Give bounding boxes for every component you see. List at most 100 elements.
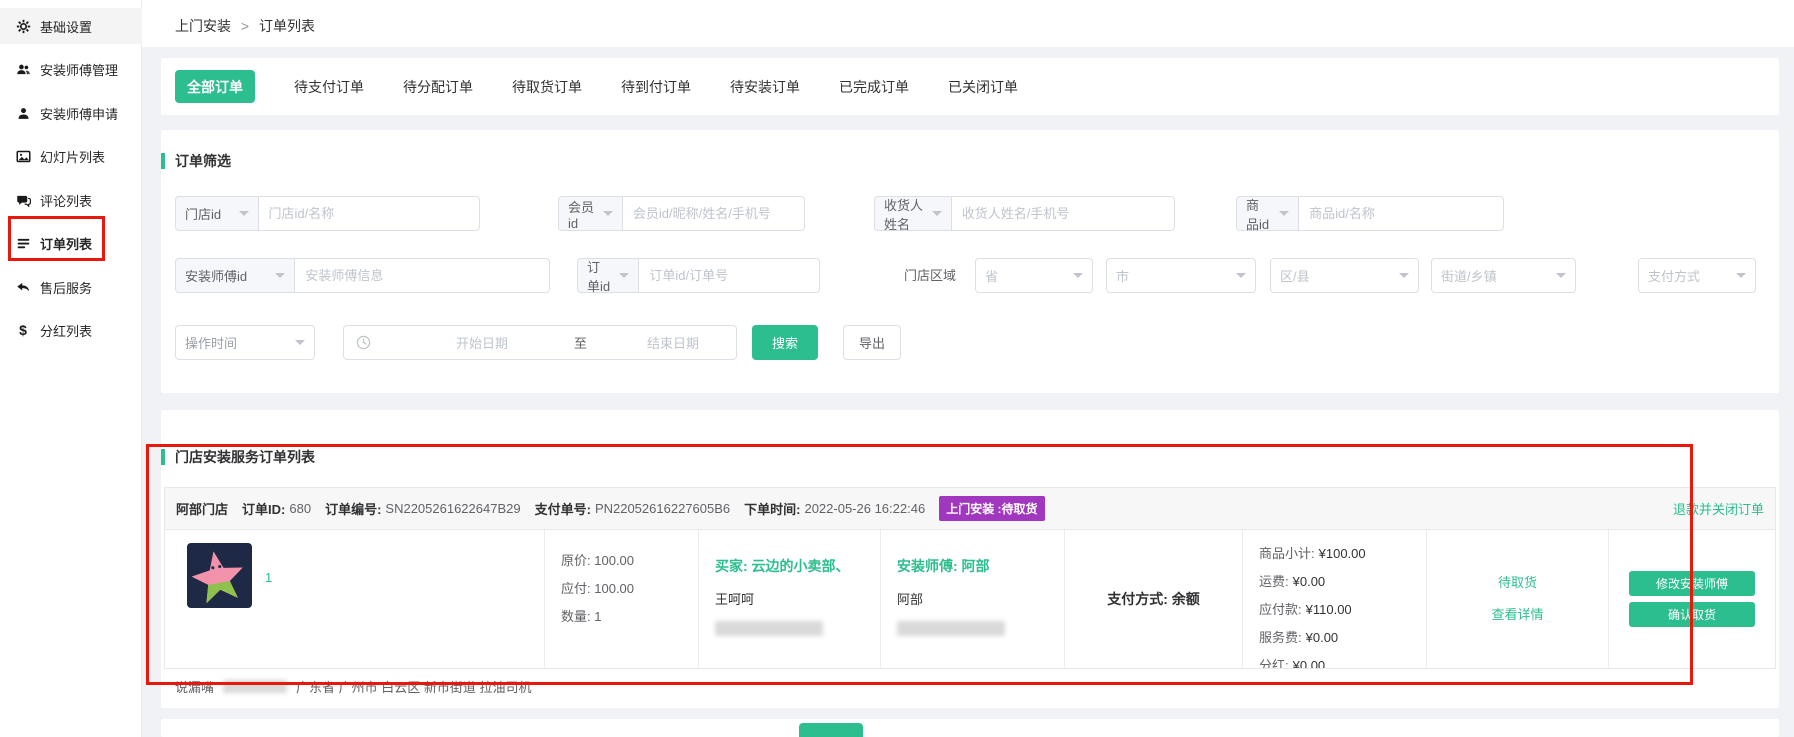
gear-icon [15, 18, 31, 34]
export-button[interactable]: 导出 [843, 325, 901, 360]
street-select-wrap: 街道/乡镇 [1431, 258, 1576, 293]
order-header: 阿部门店 订单ID: 680 订单编号: SN2205261622647B29 … [165, 488, 1775, 530]
refund-close-link[interactable]: 退款并关闭订单 [1673, 499, 1764, 518]
sidebar-item-label: 订单列表 [40, 234, 92, 253]
order-id-select[interactable]: 订单id [577, 258, 639, 293]
product-id-input[interactable] [1299, 196, 1504, 231]
filter-product-group: 商品id [1236, 196, 1504, 231]
end-date-placeholder: 结束日期 [647, 333, 699, 352]
breadcrumb-current: 订单列表 [259, 18, 315, 34]
quantity-value: 1 [594, 609, 601, 624]
region-label: 门店区域 [904, 258, 956, 293]
order-block: 阿部门店 订单ID: 680 订单编号: SN2205261622647B29 … [164, 487, 1776, 669]
price-cell: 原价: 100.00 应付: 100.00 数量: 1 [545, 530, 699, 668]
sidebar: 基础设置 安装师傅管理 安装师傅申请 幻灯片列表 评论列表 订单列表 售后服务 … [0, 0, 142, 737]
product-cell: 1 [165, 530, 545, 668]
chevron-down-icon [603, 211, 613, 216]
tab-completed[interactable]: 已完成订单 [839, 77, 909, 97]
address-phone-blurred [223, 680, 287, 693]
product-quantity: 1 [265, 570, 272, 585]
chevron-down-icon [1736, 273, 1746, 278]
sidebar-item-installer-mgmt[interactable]: 安装师傅管理 [0, 51, 142, 87]
chevron-down-icon [275, 273, 285, 278]
chevron-down-icon [1556, 273, 1566, 278]
breadcrumb: 上门安装 > 订单列表 [175, 16, 315, 36]
sidebar-item-basic-settings[interactable]: 基础设置 [0, 8, 142, 44]
amount-line: 分红:¥0.00 [1259, 652, 1426, 668]
chevron-down-icon [295, 340, 305, 345]
member-id-select[interactable]: 会员id [558, 196, 623, 231]
title-accent-bar [161, 153, 165, 169]
address-note: 说漏嘴 [175, 677, 214, 696]
tab-all-orders[interactable]: 全部订单 [175, 70, 255, 103]
tab-pay-on-delivery[interactable]: 待到付订单 [621, 77, 691, 97]
filter-section-title: 订单筛选 [161, 151, 231, 171]
pagination-active-fragment[interactable] [799, 723, 863, 737]
sidebar-item-label: 安装师傅管理 [40, 60, 118, 79]
filter-order-group: 订单id [577, 258, 820, 293]
tab-pending-install[interactable]: 待安装订单 [730, 77, 800, 97]
title-accent-bar [161, 449, 165, 465]
date-range-picker[interactable]: 开始日期 至 结束日期 [343, 325, 737, 360]
order-list-card: 门店安装服务订单列表 阿部门店 订单ID: 680 订单编号: SN220526… [161, 410, 1779, 708]
sidebar-item-comments[interactable]: 评论列表 [0, 182, 142, 218]
amount-line: 应付款:¥110.00 [1259, 596, 1426, 624]
pay-no-value: PN22052616227605B6 [595, 501, 730, 516]
amount-line: 商品小计:¥100.00 [1259, 540, 1426, 568]
installer-id-select[interactable]: 安装师傅id [175, 258, 295, 293]
sidebar-item-installer-apply[interactable]: 安装师傅申请 [0, 95, 142, 131]
tab-pending-pickup[interactable]: 待取货订单 [512, 77, 582, 97]
installer-phone-blurred [897, 621, 1005, 636]
store-id-input[interactable] [259, 196, 480, 231]
filter-member-group: 会员id [558, 196, 805, 231]
store-id-select[interactable]: 门店id [175, 196, 259, 231]
breadcrumb-parent[interactable]: 上门安装 [175, 18, 231, 34]
installer-info-input[interactable] [295, 258, 550, 293]
confirm-pickup-button[interactable]: 确认取货 [1629, 602, 1755, 627]
order-id-input[interactable] [639, 258, 820, 293]
address-text: 广东省 广州市 白云区 新市街道 拉油司机 [296, 677, 531, 696]
product-id-select[interactable]: 商品id [1236, 196, 1299, 231]
payment-method-select[interactable]: 支付方式 [1638, 258, 1756, 293]
receiver-name-select[interactable]: 收货人姓名 [874, 196, 952, 231]
reply-icon [15, 279, 31, 295]
street-select[interactable]: 街道/乡镇 [1431, 258, 1576, 293]
installer-cell: 安装师傅: 阿部 阿部 [881, 530, 1065, 668]
breadcrumb-separator: > [241, 18, 249, 34]
sidebar-item-label: 售后服务 [40, 278, 92, 297]
payable-price: 100.00 [594, 581, 634, 596]
tab-pending-payment[interactable]: 待支付订单 [294, 77, 364, 97]
buyer-title: 买家: 云边的小卖部、 [715, 556, 880, 576]
tab-closed[interactable]: 已关闭订单 [948, 77, 1018, 97]
sidebar-item-label: 分红列表 [40, 321, 92, 340]
view-details-link[interactable]: 查看详情 [1491, 604, 1543, 623]
filter-receiver-group: 收货人姓名 [874, 196, 1175, 231]
start-date-placeholder: 开始日期 [456, 333, 508, 352]
order-filter-card: 订单筛选 门店id 会员id 收货人姓名 商品id 安装师傅id 订单id 门店… [161, 130, 1779, 393]
change-installer-button[interactable]: 修改安装师傅 [1629, 571, 1755, 596]
city-select[interactable]: 市 [1106, 258, 1256, 293]
status-link[interactable]: 待取货 [1498, 572, 1537, 591]
member-id-input[interactable] [623, 196, 805, 231]
original-price: 100.00 [594, 553, 634, 568]
product-image[interactable] [187, 543, 252, 608]
sidebar-item-slideshow[interactable]: 幻灯片列表 [0, 138, 142, 174]
receiver-name-input[interactable] [952, 196, 1175, 231]
buyer-cell: 买家: 云边的小卖部、 王呵呵 [699, 530, 881, 668]
payment-method-cell: 支付方式: 余额 [1065, 530, 1243, 668]
store-name: 阿部门店 [176, 499, 228, 518]
order-id-value: 680 [289, 501, 311, 516]
sidebar-item-label: 基础设置 [40, 17, 92, 36]
search-button[interactable]: 搜索 [752, 325, 818, 360]
amount-line: 服务费:¥0.00 [1259, 624, 1426, 652]
sidebar-item-after-sales[interactable]: 售后服务 [0, 269, 142, 305]
time-type-select[interactable]: 操作时间 [175, 325, 315, 360]
sidebar-item-label: 安装师傅申请 [40, 104, 118, 123]
filter-installer-group: 安装师傅id [175, 258, 550, 293]
sidebar-item-dividends[interactable]: $ 分红列表 [0, 312, 142, 348]
sidebar-item-orders[interactable]: 订单列表 [0, 225, 142, 261]
province-select[interactable]: 省 [975, 258, 1093, 293]
tab-pending-assign[interactable]: 待分配订单 [403, 77, 473, 97]
chevron-down-icon [1279, 211, 1289, 216]
district-select[interactable]: 区/县 [1270, 258, 1419, 293]
